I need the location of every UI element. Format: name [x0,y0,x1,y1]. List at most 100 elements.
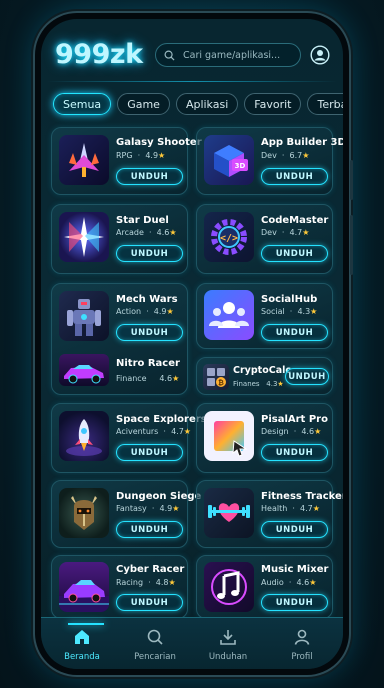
nav-label: Unduhan [208,652,248,662]
app-name: Fitness Tracker [261,491,343,502]
nav-label: Profil [291,652,313,662]
app-name: CodeMaster [261,215,329,226]
app-card[interactable]: Star Duel Arcade · 4.6★ UNDUH [51,204,188,274]
mech-robot-icon [59,291,109,341]
search-icon [164,50,175,61]
tab-favorit[interactable]: Favorit [244,93,302,115]
download-button[interactable]: UNDUH [116,444,183,461]
download-button[interactable]: UNDUH [285,368,329,385]
app-card[interactable]: Space Explorers Aciventurs · 4.7★ UNDUH [51,403,207,473]
phone-side-button [350,160,353,200]
app-card[interactable]: </> CodeMaster Dev · 4.7★ UNDUH [196,204,333,274]
download-button[interactable]: UNDUH [261,168,328,185]
tab-game[interactable]: Game [117,93,170,115]
app-card[interactable]: Music Mixer Audio · 4.6★ UNDUH [196,555,333,619]
pixel-art-icon [204,411,254,461]
app-card[interactable]: Cyber Racer Racing · 4.8★ UNDUH [51,555,188,619]
app-meta: Social · 4.3★ [261,307,318,316]
user-icon [294,629,310,645]
download-button[interactable]: UNDUH [261,324,328,341]
app-name: App Builder 3D [261,137,343,148]
app-meta: Fantasy · 4.9★ [116,504,180,513]
app-screen: 999zk Semua Game Aplikasi Favorit Terbar… [41,19,343,669]
download-button[interactable]: UNDUH [261,444,328,461]
app-card[interactable]: PisalArt Pro Design · 4.6★ UNDUH [196,403,333,473]
download-button[interactable]: UNDUH [261,521,328,538]
nav-label: Beranda [64,652,100,662]
app-name: Mech Wars [116,294,178,305]
app-logo: 999zk [55,39,143,70]
app-meta: Finanes 4.3★ [233,380,284,388]
app-meta: Finance 4.6★ [116,374,180,383]
header-divider [47,81,337,82]
download-button[interactable]: UNDUH [116,594,183,611]
tab-semua[interactable]: Semua [53,93,112,115]
tab-aplikasi[interactable]: Aplikasi [175,93,239,115]
music-note-icon [204,562,254,612]
3d-cube-icon: 3D [204,135,254,185]
app-name: Space Explorers [116,414,207,425]
rocket-icon [59,411,109,461]
app-meta: Design · 4.6★ [261,427,322,436]
download-button[interactable]: UNDUH [116,521,183,538]
code-gear-icon: </> [204,212,254,262]
download-button[interactable]: UNDUH [261,245,328,262]
download-icon [220,630,236,645]
phone-side-button [350,215,353,275]
search-input[interactable] [181,48,295,62]
calculator-icon: ₿ [203,364,229,390]
app-meta: Audio · 4.6★ [261,578,317,587]
app-card[interactable]: SocialHub Social · 4.3★ UNDUH [196,283,333,349]
app-meta: Racing · 4.8★ [116,578,176,587]
download-button[interactable]: UNDUH [116,168,183,185]
app-meta: Arcade · 4.6★ [116,228,177,237]
nav-beranda[interactable]: Beranda [52,623,112,664]
app-header: 999zk [41,19,343,83]
app-card[interactable]: Fitness Tracker Health · 4.7★ UNDUH [196,480,343,548]
search-icon [147,629,163,645]
app-card[interactable]: Dungeon Siege Fantasy · 4.9★ UNDUH [51,480,201,548]
app-name: Music Mixer [261,564,329,575]
svg-text:</>: </> [220,233,238,244]
race-car-icon [59,354,109,386]
people-icon [204,290,254,340]
app-name: SocialHub [261,294,318,305]
app-name: Star Duel [116,215,169,226]
search-bar[interactable] [155,43,301,67]
profile-icon[interactable] [310,45,330,65]
app-meta: Health · 4.7★ [261,504,320,513]
tab-terbaru[interactable]: Terbaru [307,93,343,115]
active-indicator [68,623,104,625]
app-card[interactable]: 3D App Builder 3D Dev · 6.7★ UNDUH [196,127,343,195]
download-button[interactable]: UNDUH [116,245,183,262]
knight-helmet-icon [59,488,109,538]
app-name: CryptoCalc [233,365,291,376]
app-name: Cyber Racer [116,564,185,575]
app-name: Nitro Racer [116,358,180,369]
cyber-car-icon [59,562,109,612]
svg-text:3D: 3D [235,162,246,170]
nav-pencarian[interactable]: Pencarian [125,624,185,664]
nav-label: Pencarian [134,652,176,662]
download-button[interactable]: UNDUH [261,594,328,611]
nav-unduhan[interactable]: Unduhan [198,624,258,664]
nav-profil[interactable]: Profil [272,624,332,664]
space-shooter-icon [59,135,109,185]
app-card[interactable]: ₿ CryptoCalc Finanes 4.3★ UNDUH [196,357,333,395]
app-name: Dungeon Siege [116,491,202,502]
download-button[interactable]: UNDUH [116,324,183,341]
svg-text:₿: ₿ [218,379,224,387]
home-icon [75,630,89,644]
app-name: Galasy Shooter [116,137,202,148]
app-meta: Action · 4.9★ [116,307,174,316]
app-meta: RPG · 4.9★ [116,151,166,160]
app-card[interactable]: Galasy Shooter RPG · 4.9★ UNDUH [51,127,202,195]
bottom-navigation: Beranda Pencarian Unduhan Profil [41,617,343,669]
filter-tabs: Semua Game Aplikasi Favorit Terbaru [53,93,343,115]
app-meta: Dev · 4.7★ [261,228,310,237]
app-name: PisalArt Pro [261,414,328,425]
app-meta: Dev · 6.7★ [261,151,310,160]
heart-dumbbell-icon [204,488,254,538]
app-meta: Aciventurs · 4.7★ [116,427,191,436]
app-card-group: Mech Wars Action · 4.9★ UNDUH Nitro Race… [51,283,188,395]
